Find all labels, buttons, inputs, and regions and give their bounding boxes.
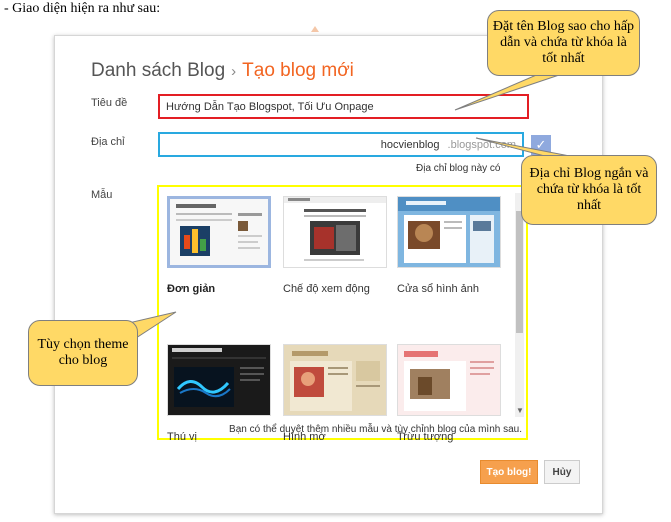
breadcrumb-blog-list[interactable]: Danh sách Blog bbox=[91, 60, 225, 81]
breadcrumb-current: Tạo blog mới bbox=[242, 60, 354, 81]
callout-title-tip: Đặt tên Blog sao cho hấp dẫn và chứa từ … bbox=[487, 10, 640, 76]
create-blog-button[interactable]: Tạo blog! bbox=[480, 460, 538, 484]
template-scrollbar-thumb[interactable] bbox=[516, 211, 523, 333]
title-input-value: Hướng Dẫn Tạo Blogspot, Tối Ưu Onpage bbox=[166, 100, 374, 113]
template-dynamic[interactable]: Chế độ xem động bbox=[283, 196, 387, 295]
breadcrumb-separator: › bbox=[231, 63, 237, 80]
title-input[interactable]: Hướng Dẫn Tạo Blogspot, Tối Ưu Onpage bbox=[158, 94, 529, 119]
template-picture-window[interactable]: Cửa sổ hình ảnh bbox=[397, 196, 501, 295]
template-name-dynamic: Chế độ xem động bbox=[283, 283, 370, 295]
template-thumb-ethereal bbox=[397, 344, 501, 416]
intro-text: - Giao diện hiện ra như sau: bbox=[4, 1, 161, 16]
template-thumb-simple bbox=[167, 196, 271, 268]
title-label: Tiêu đề bbox=[91, 97, 128, 109]
templates-footer-note: Bạn có thể duyệt thêm nhiều mẫu và tùy c… bbox=[229, 424, 522, 435]
cancel-button[interactable]: Hủy bbox=[544, 460, 580, 484]
check-icon: ✓ bbox=[535, 137, 547, 152]
create-blog-dialog: Danh sách Blog › Tạo blog mới Tiêu đề Hướn… bbox=[54, 35, 603, 514]
scroll-down-icon[interactable]: ▼ bbox=[516, 407, 524, 415]
page-title: Danh sách Blog › Tạo blog mới bbox=[91, 60, 354, 82]
template-thumb-watermark bbox=[283, 344, 387, 416]
check-availability-button[interactable]: ✓ bbox=[531, 135, 551, 155]
template-thumb-dynamic bbox=[283, 196, 387, 268]
template-thumb-picture-window bbox=[397, 196, 501, 268]
callout-theme-tip: Tùy chọn theme cho blog bbox=[28, 320, 138, 386]
template-scrollbar[interactable]: ▼ bbox=[515, 193, 524, 417]
callout-address-tip: Địa chỉ Blog ngắn và chứa từ khóa là tốt… bbox=[521, 155, 657, 225]
address-label: Địa chỉ bbox=[91, 136, 125, 148]
template-label: Mẫu bbox=[91, 189, 113, 201]
template-picker: Đơn giản Chế độ xem động Cửa sổ hình ảnh… bbox=[157, 185, 528, 443]
address-availability-hint: Địa chỉ blog này có bbox=[416, 163, 501, 174]
top-caret-decoration bbox=[311, 26, 319, 32]
address-input[interactable]: hocvienblog .blogspot.com bbox=[158, 132, 524, 157]
template-name-picture-window: Cửa sổ hình ảnh bbox=[397, 283, 479, 295]
address-domain-suffix: .blogspot.com bbox=[447, 138, 516, 151]
template-name-simple: Đơn giản bbox=[167, 283, 216, 295]
template-simple[interactable]: Đơn giản bbox=[167, 196, 271, 295]
template-thumb-awesome bbox=[167, 344, 271, 416]
address-input-value: hocvienblog bbox=[380, 138, 440, 151]
